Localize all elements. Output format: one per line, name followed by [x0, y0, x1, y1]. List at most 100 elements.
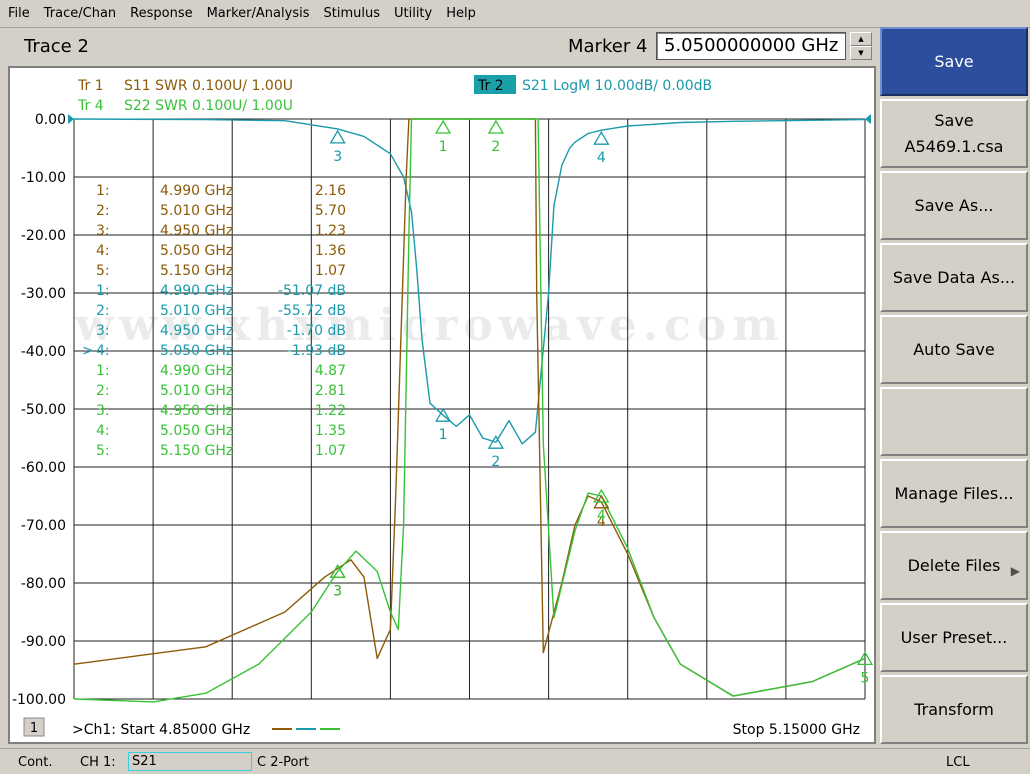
- menu-stimulus[interactable]: Stimulus: [323, 6, 380, 21]
- softkey-delete-files[interactable]: Delete Files ▶: [880, 531, 1028, 600]
- measurement-plot[interactable]: www.xhxmicrowave.com 0.00 -10.00 -20.00 -30…: [8, 66, 876, 744]
- calibration-status[interactable]: C 2-Port: [257, 755, 309, 770]
- remote-status: LCL: [946, 755, 970, 770]
- marker-row-value: 1.35: [315, 423, 346, 439]
- start-frequency[interactable]: >Ch1: Start 4.85000 GHz: [72, 722, 250, 738]
- softkey-label: A5469.1.csa: [904, 136, 1004, 156]
- marker-row-number: 1:: [96, 183, 110, 199]
- marker-row-number: 2:: [96, 383, 110, 399]
- menu-file[interactable]: File: [8, 6, 30, 21]
- marker-row-value: 2.16: [315, 183, 346, 199]
- marker-label: 4: [597, 508, 606, 524]
- y-tick-label: -60.00: [21, 460, 66, 476]
- y-tick-label: -100.00: [12, 692, 66, 708]
- marker-row-frequency: 4.950 GHz: [160, 323, 233, 339]
- softkey-label: User Preset...: [900, 627, 1008, 647]
- softkey-label: Delete Files: [907, 555, 1001, 575]
- marker-label: 2: [491, 139, 500, 155]
- spin-up-button[interactable]: ▲: [850, 32, 872, 46]
- analyzer-window: File Trace/Chan Response Marker/Analysis…: [0, 0, 1030, 774]
- measurement-parameter[interactable]: S21: [128, 752, 252, 771]
- marker-row-number: 2:: [96, 203, 110, 219]
- y-tick-label: -50.00: [21, 402, 66, 418]
- reference-level-left-icon: [68, 114, 74, 124]
- trace-legend: Tr 1 S11 SWR 0.100U/ 1.00U Tr 4 S22 SWR …: [77, 75, 712, 114]
- menu-bar: File Trace/Chan Response Marker/Analysis…: [0, 0, 1030, 28]
- marker-row-number: 3:: [96, 223, 110, 239]
- marker-label: 5: [861, 670, 870, 686]
- softkey-label: Manage Files...: [894, 483, 1014, 503]
- y-tick-label: -90.00: [21, 634, 66, 650]
- menu-utility[interactable]: Utility: [394, 6, 432, 21]
- marker-row-frequency: 5.010 GHz: [160, 203, 233, 219]
- plot-footer: 1 >Ch1: Start 4.85000 GHz Stop 5.15000 G…: [23, 717, 860, 738]
- marker-s21-3-icon[interactable]: [329, 129, 346, 144]
- marker-row-frequency: 4.990 GHz: [160, 283, 233, 299]
- marker-s21-4-icon[interactable]: [593, 130, 610, 145]
- softkey-label: Save: [934, 110, 974, 130]
- softkey-label: Save Data As...: [892, 267, 1016, 287]
- menu-help[interactable]: Help: [446, 6, 476, 21]
- softkey-panel: Save Save A5469.1.csa Save As... Save Data A…: [878, 27, 1030, 744]
- spin-down-button[interactable]: ▼: [850, 46, 872, 60]
- active-marker-title: Marker 4: [568, 36, 648, 57]
- marker-row-frequency: 4.990 GHz: [160, 183, 233, 199]
- softkey-label: Save As...: [914, 195, 994, 215]
- marker-row-value: 1.36: [315, 243, 346, 259]
- marker-row-value: 1.22: [315, 403, 346, 419]
- softkey-save-as[interactable]: Save As...: [880, 171, 1028, 240]
- softkey-save[interactable]: Save: [880, 27, 1028, 96]
- legend-tr4-tr[interactable]: Tr 4: [77, 98, 104, 114]
- marker-row-value: -1.70 dB: [287, 323, 346, 339]
- legend-tr2-text: S21 LogM 10.00dB/ 0.00dB: [522, 78, 712, 94]
- marker-row-frequency: 5.150 GHz: [160, 263, 233, 279]
- submenu-arrow-icon: ▶: [1010, 564, 1020, 578]
- marker-row-number: 4:: [96, 243, 110, 259]
- legend-tr4-text: S22 SWR 0.100U/ 1.00U: [124, 98, 293, 114]
- softkey-label: Auto Save: [913, 339, 995, 359]
- stop-frequency[interactable]: Stop 5.15000 GHz: [733, 722, 860, 738]
- marker-row-frequency: 4.950 GHz: [160, 403, 233, 419]
- menu-response[interactable]: Response: [130, 6, 192, 21]
- softkey-save-recall-file[interactable]: Save A5469.1.csa: [880, 99, 1028, 168]
- y-tick-label: -10.00: [21, 170, 66, 186]
- marker-s22-2-icon[interactable]: [487, 119, 504, 134]
- menu-marker-analysis[interactable]: Marker/Analysis: [207, 6, 310, 21]
- marker-row-number: 4:: [96, 343, 110, 359]
- softkey-transform[interactable]: Transform: [880, 675, 1028, 744]
- status-bar: Cont. CH 1: S21 C 2-Port LCL: [0, 748, 1030, 774]
- marker-row-frequency: 5.050 GHz: [160, 423, 233, 439]
- legend-tr2-tr[interactable]: Tr 2: [477, 78, 504, 94]
- markers: 123 4341 2345: [329, 119, 874, 686]
- marker-row-value: -1.93 dB: [287, 343, 346, 359]
- marker-row-frequency: 5.010 GHz: [160, 303, 233, 319]
- marker-row-frequency: 5.050 GHz: [160, 243, 233, 259]
- marker-row-active-indicator: >: [82, 343, 94, 359]
- marker-row-value: 4.87: [315, 363, 346, 379]
- softkey-save-data-as[interactable]: Save Data As...: [880, 243, 1028, 312]
- y-tick-label: -70.00: [21, 518, 66, 534]
- marker-row-value: 1.07: [315, 263, 346, 279]
- marker-row-frequency: 5.050 GHz: [160, 343, 233, 359]
- marker-row-number: 3:: [96, 323, 110, 339]
- plot-svg: www.xhxmicrowave.com 0.00-10.00-20.00-30…: [12, 75, 874, 738]
- channel-badge: 1: [30, 721, 38, 736]
- legend-tr1-tr[interactable]: Tr 1: [77, 78, 104, 94]
- marker-label: 1: [439, 427, 448, 443]
- sweep-mode[interactable]: Cont.: [18, 755, 53, 770]
- marker-s22-1-icon[interactable]: [435, 119, 452, 134]
- marker-row-number: 1:: [96, 363, 110, 379]
- softkey-manage-files[interactable]: Manage Files...: [880, 459, 1028, 528]
- menu-trace-chan[interactable]: Trace/Chan: [44, 6, 116, 21]
- marker-row-number: 3:: [96, 403, 110, 419]
- marker-row-number: 5:: [96, 443, 110, 459]
- marker-row-value: 5.70: [315, 203, 346, 219]
- marker-row-value: 2.81: [315, 383, 346, 399]
- marker-row-number: 1:: [96, 283, 110, 299]
- softkey-user-preset[interactable]: User Preset...: [880, 603, 1028, 672]
- softkey-auto-save[interactable]: Auto Save: [880, 315, 1028, 384]
- marker-row-number: 5:: [96, 263, 110, 279]
- marker-frequency-input[interactable]: 5.0500000000 GHz: [656, 32, 846, 60]
- softkey-blank[interactable]: [880, 387, 1028, 456]
- y-tick-label: -80.00: [21, 576, 66, 592]
